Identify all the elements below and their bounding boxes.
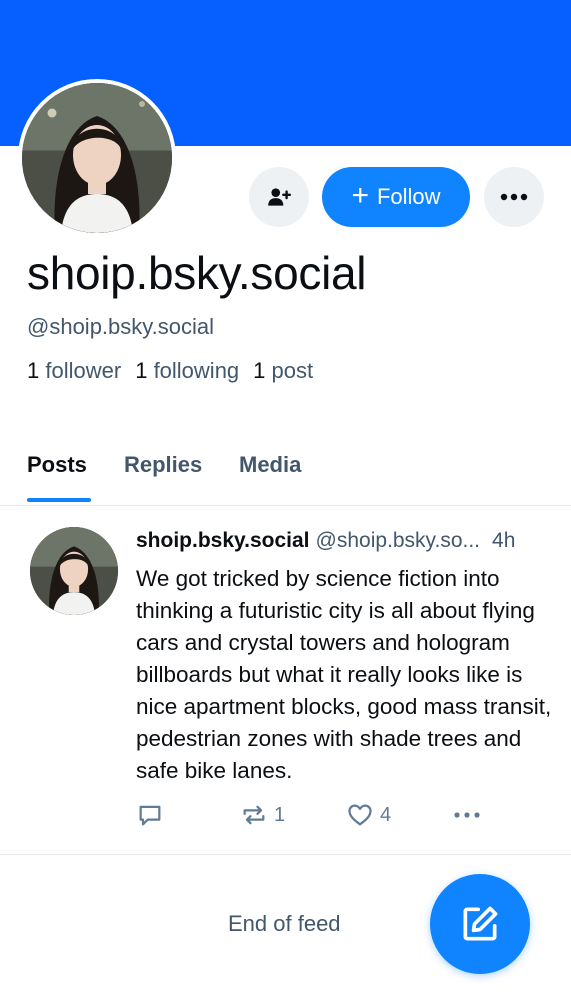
post-author-avatar[interactable] <box>30 527 118 615</box>
posts-count: 1 <box>253 358 266 383</box>
more-icon <box>454 812 480 818</box>
profile-action-row: + Follow <box>0 166 571 228</box>
followers-count: 1 <box>27 358 40 383</box>
compose-post-button[interactable] <box>430 874 530 974</box>
repost-icon <box>243 805 265 825</box>
compose-icon <box>463 906 498 941</box>
more-options-button[interactable] <box>484 167 544 227</box>
more-icon <box>500 193 528 201</box>
posts-label: post <box>271 358 314 383</box>
post-text: We got tricked by science fiction into t… <box>136 566 552 783</box>
tab-media[interactable]: Media <box>239 452 301 478</box>
repost-count: 1 <box>274 803 286 826</box>
posts-stat: 1 post <box>253 358 313 384</box>
post-header: shoip.bsky.social @shoip.bsky.so... 4h <box>136 529 556 553</box>
add-to-list-button[interactable] <box>249 167 309 227</box>
follow-button[interactable]: + Follow <box>322 167 470 227</box>
active-tab-indicator <box>27 498 91 502</box>
followers-stat[interactable]: 1 follower <box>27 358 121 384</box>
post-timestamp[interactable]: 4h <box>492 529 515 553</box>
feed-post[interactable]: shoip.bsky.social @shoip.bsky.so... 4h W… <box>0 507 571 855</box>
followers-label: follower <box>45 358 122 383</box>
heart-icon <box>348 804 372 826</box>
profile-tabs: Posts Replies Media <box>0 440 571 506</box>
follow-label: Follow <box>376 184 441 209</box>
add-user-icon <box>268 188 292 206</box>
profile-display-name: shoip.bsky.social <box>27 247 367 299</box>
post-author-handle[interactable]: @shoip.bsky.so... <box>316 529 481 553</box>
end-of-feed-text: End of feed <box>228 911 341 936</box>
repost-button[interactable]: 1 <box>240 799 285 831</box>
profile-handle: @shoip.bsky.social <box>27 314 214 339</box>
following-stat[interactable]: 1 following <box>135 358 239 384</box>
post-more-button[interactable] <box>452 799 482 831</box>
like-count: 4 <box>380 803 392 826</box>
reply-button[interactable] <box>136 799 164 831</box>
following-label: following <box>153 358 240 383</box>
post-author-name[interactable]: shoip.bsky.social <box>136 529 310 553</box>
tab-replies[interactable]: Replies <box>124 452 202 478</box>
plus-icon: + <box>351 178 369 212</box>
reply-icon <box>139 805 161 826</box>
profile-stats: 1 follower 1 following 1 post <box>27 358 313 384</box>
avatar-image <box>30 527 118 615</box>
following-count: 1 <box>135 358 148 383</box>
like-button[interactable]: 4 <box>346 799 391 831</box>
post-actions: 1 4 <box>136 799 556 831</box>
tab-posts[interactable]: Posts <box>27 452 87 478</box>
